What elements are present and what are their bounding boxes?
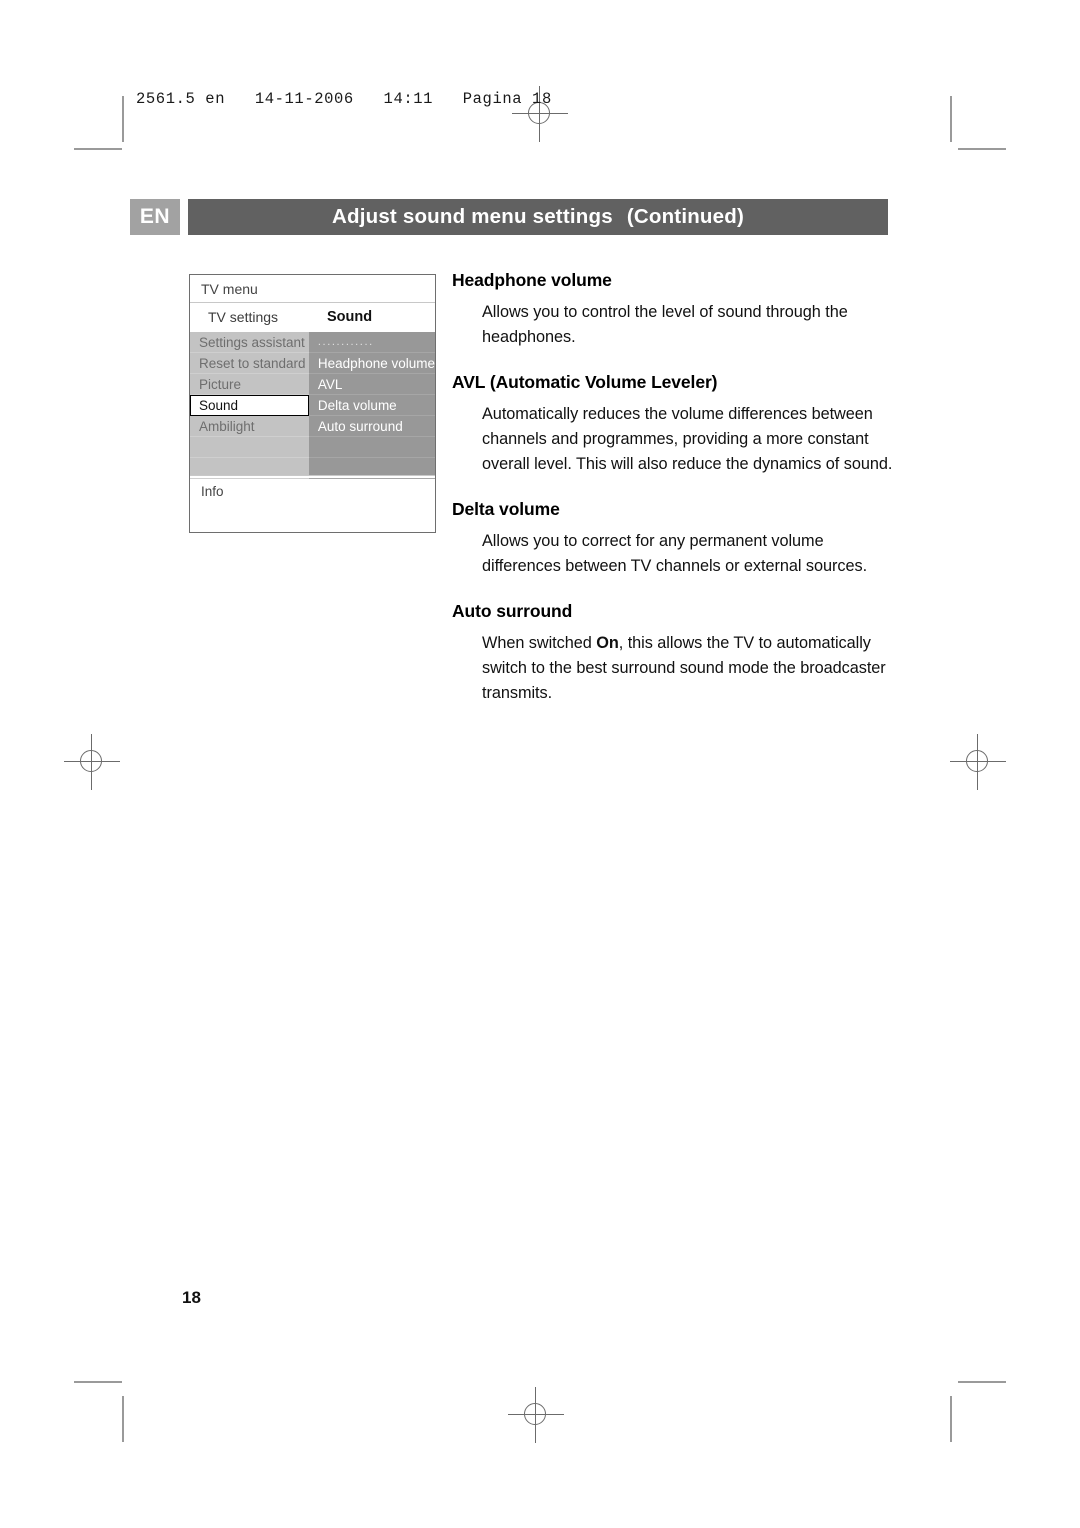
tv-menu-right-column: ............ Headphone volume AVL Delta vol… (308, 332, 435, 479)
page-title-continued: (Continued) (626, 205, 745, 228)
page-number: 18 (182, 1288, 201, 1307)
tv-menu-right-item-label: Auto surround (317, 419, 403, 434)
tv-menu-right-item-label: Delta volume (317, 398, 397, 413)
tv-menu-right-item-label: AVL (317, 377, 343, 392)
registration-mark-right (950, 734, 1006, 790)
section-heading: Headphone volume (452, 270, 612, 290)
tv-menu-left-item: Sound (190, 395, 309, 416)
tv-menu-left-item: Picture (190, 374, 309, 395)
print-job-header: 2561.5 en 14-11-2006 14:11 Pagina 18 (136, 90, 552, 108)
crop-mark-top-right-vertical (950, 96, 952, 142)
tv-menu-left-item-label: Picture (199, 377, 242, 392)
crop-mark-top-right-horizontal (958, 148, 1006, 150)
section-body: Allows you to control the level of sound… (482, 303, 848, 346)
tv-menu-left-item-label: Ambilight (199, 419, 255, 434)
tv-menu-left-item-label: Settings assistant (199, 335, 305, 350)
tv-menu-right-item: ............ (308, 332, 435, 353)
tv-menu-submenu-row: TV settings Sound (190, 303, 435, 332)
tv-menu-left-item-blank (190, 437, 309, 458)
section-body: Allows you to correct for any permanent … (482, 532, 868, 575)
page-title: Adjust sound menu settings (Continued) (188, 199, 888, 235)
page-title-text: Adjust sound menu settings (331, 205, 613, 228)
tv-menu-left-item: Ambilight (190, 416, 309, 437)
tv-menu-left-item-blank (190, 458, 309, 479)
tv-menu-info-panel: Info (190, 475, 435, 531)
crop-mark-bottom-left-vertical (122, 1396, 124, 1442)
tv-menu-right-item: Headphone volume (308, 353, 435, 374)
tv-menu-right-item: Delta volume (308, 395, 435, 416)
tv-menu-left-item-label: Reset to standard (199, 356, 306, 371)
tv-menu-placeholder-dots: ............ (317, 336, 374, 348)
section-heading: Delta volume (452, 499, 560, 519)
tv-menu-title: TV menu (190, 275, 435, 303)
tv-menu-right-item-blank (308, 437, 435, 458)
crop-mark-bottom-left-horizontal (74, 1381, 122, 1383)
tv-menu-columns: Settings assistant Reset to standard Pictu… (190, 332, 435, 479)
registration-mark-left (64, 734, 120, 790)
page-title-bar: EN Adjust sound menu settings (Continued… (130, 199, 888, 235)
section-body: Automatically reduces the volume differe… (482, 405, 893, 473)
article-body: Headphone volume Allows you to control th… (452, 270, 894, 706)
tv-menu-right-item: AVL (308, 374, 435, 395)
tv-menu-left-item: Settings assistant (190, 332, 309, 353)
section-heading: AVL (Automatic Volume Leveler) (452, 372, 718, 392)
tv-menu-right-item-blank (308, 458, 435, 479)
crop-mark-bottom-right-vertical (950, 1396, 952, 1442)
language-badge: EN (130, 199, 180, 235)
section-body: When switched On, this allows the TV to … (482, 634, 886, 702)
tv-menu-submenu-value: Sound (327, 309, 373, 325)
tv-menu-right-item: Auto surround (308, 416, 435, 437)
crop-mark-top-left-horizontal (74, 148, 122, 150)
tv-menu-left-column: Settings assistant Reset to standard Pictu… (190, 332, 309, 479)
tv-menu-illustration: TV menu TV settings Sound Settings assis… (189, 274, 436, 533)
crop-mark-top-left-vertical (122, 96, 124, 142)
registration-mark-bottom (508, 1387, 564, 1443)
section-heading: Auto surround (452, 601, 573, 621)
tv-menu-left-item: Reset to standard (190, 353, 309, 374)
tv-menu-submenu-label: TV settings (208, 309, 279, 325)
tv-menu-left-item-label: Sound (199, 398, 239, 413)
crop-mark-bottom-right-horizontal (958, 1381, 1006, 1383)
tv-menu-right-item-label: Headphone volume (317, 356, 435, 371)
